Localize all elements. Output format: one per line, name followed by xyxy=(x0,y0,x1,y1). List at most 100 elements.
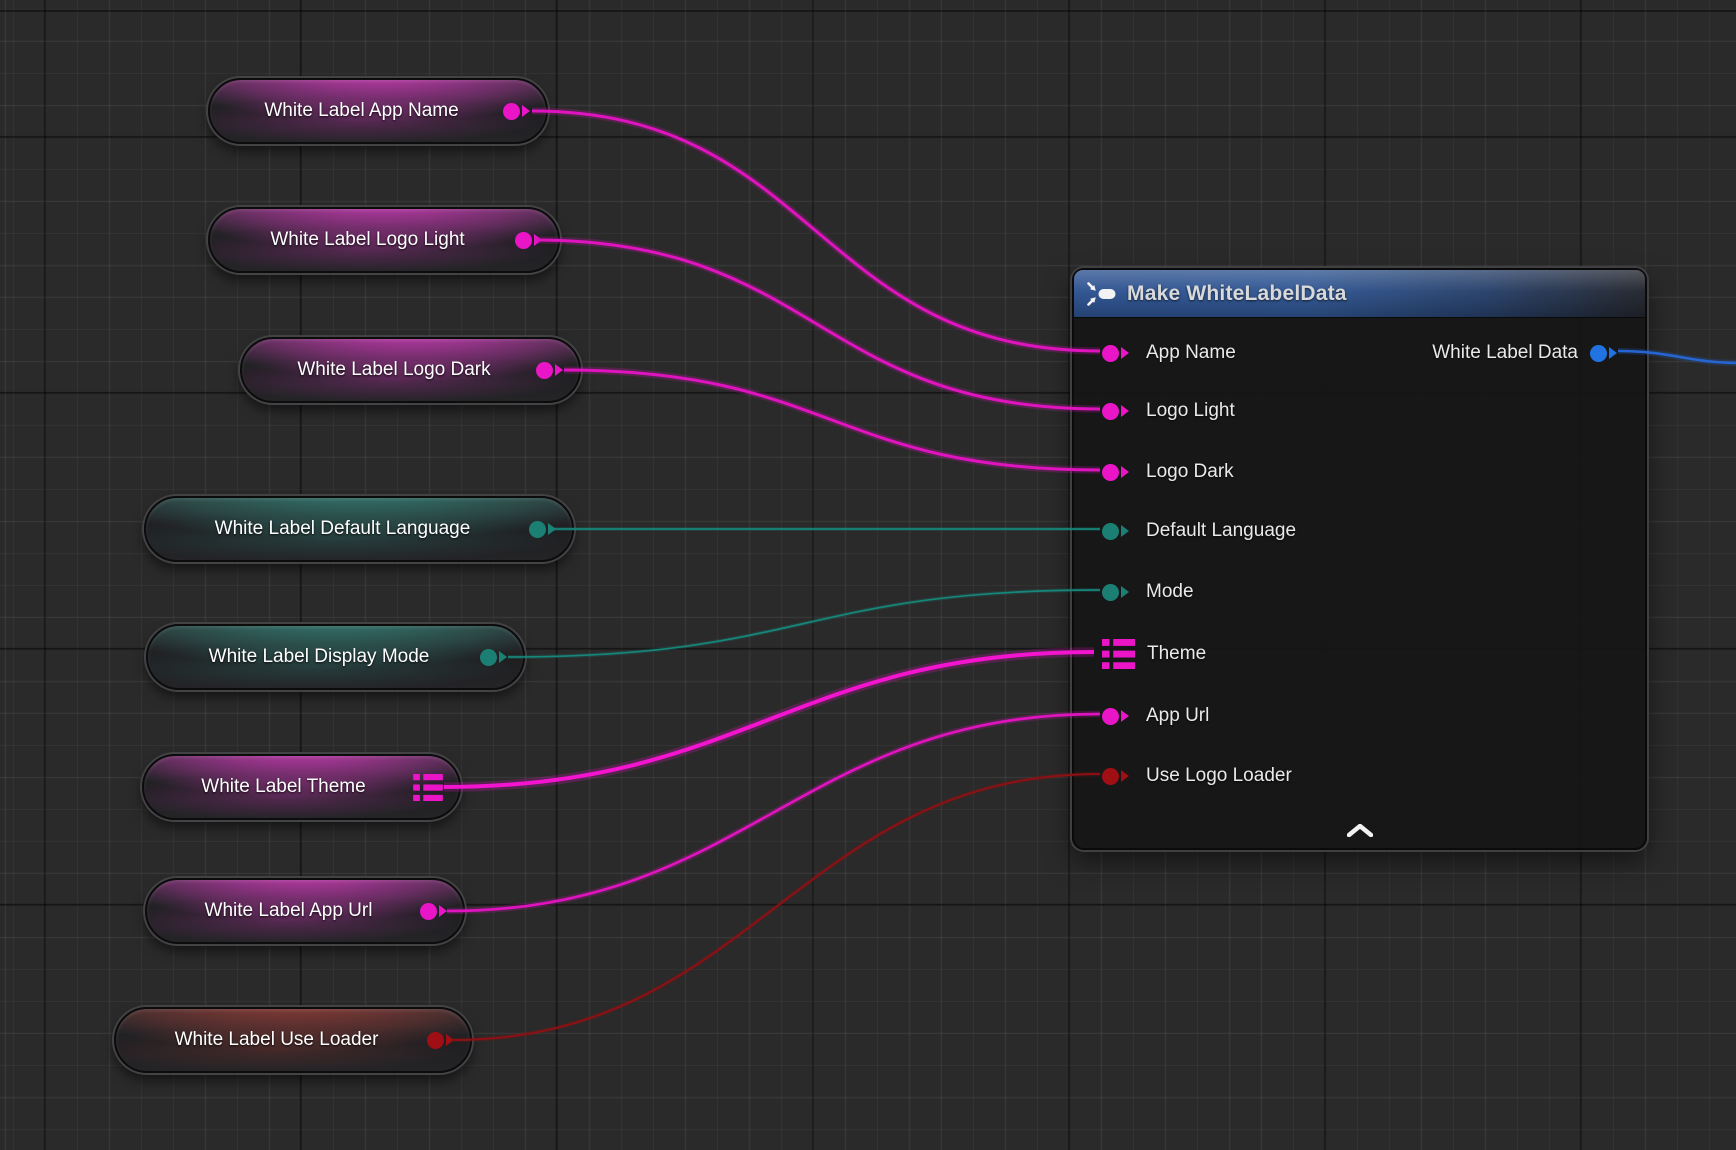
struct-pin[interactable] xyxy=(1102,639,1135,669)
variable-node-app-name[interactable]: White Label App Name xyxy=(208,78,548,144)
input-pin-row-app-url: App Url xyxy=(1074,698,1209,734)
variable-node-label: White Label Use Loader xyxy=(136,1029,417,1051)
data-pin[interactable] xyxy=(1102,403,1129,420)
pin-circle-icon xyxy=(536,362,553,379)
collapse-pins-button[interactable] xyxy=(1340,820,1380,840)
pin-circle-icon xyxy=(529,521,546,538)
wire-glow xyxy=(532,111,1100,351)
data-pin[interactable] xyxy=(480,649,507,666)
glyph-holder xyxy=(1102,523,1134,540)
chevron-up-icon xyxy=(1347,824,1373,837)
pin-circle-icon xyxy=(1102,768,1119,785)
input-pin-row-app-name: App Name xyxy=(1074,335,1236,371)
data-pin[interactable] xyxy=(1102,523,1129,540)
wire-2 xyxy=(535,240,1100,409)
input-pin-label: App Url xyxy=(1146,705,1209,727)
pin-arrow-icon xyxy=(1121,710,1129,722)
glyph-holder xyxy=(1102,639,1135,669)
variable-node-label: White Label Logo Light xyxy=(230,229,505,251)
glyph-holder xyxy=(1102,403,1134,420)
wire-7 xyxy=(447,714,1100,911)
node-header[interactable]: Make WhiteLabelData xyxy=(1074,270,1645,318)
glyph-holder xyxy=(1102,708,1134,725)
input-pin-label: Theme xyxy=(1147,643,1206,665)
input-pin-row-logo-dark: Logo Dark xyxy=(1074,454,1234,490)
variable-node-label: White Label Default Language xyxy=(166,518,519,540)
data-pin[interactable] xyxy=(420,903,447,920)
make-whitelabeldata-node[interactable]: Make WhiteLabelData App Name Logo Light Log… xyxy=(1072,268,1647,850)
input-pin-row-use-logo-loader: Use Logo Loader xyxy=(1074,758,1292,794)
pin-circle-icon xyxy=(1102,345,1119,362)
data-pin[interactable] xyxy=(515,232,542,249)
variable-node-app-url[interactable]: White Label App Url xyxy=(145,878,465,944)
data-pin[interactable] xyxy=(1102,584,1129,601)
input-pin-row-default-language: Default Language xyxy=(1074,513,1296,549)
pin-circle-icon xyxy=(1102,523,1119,540)
pin-arrow-icon xyxy=(548,523,556,535)
pin-arrow-icon xyxy=(1121,586,1129,598)
data-pin[interactable] xyxy=(1102,464,1129,481)
struct-pin[interactable] xyxy=(413,774,443,801)
input-pin-label: Logo Dark xyxy=(1146,461,1234,483)
variable-node-display-mode[interactable]: White Label Display Mode xyxy=(146,624,525,690)
input-pin-label: App Name xyxy=(1146,342,1236,364)
input-pin-row-theme: Theme xyxy=(1074,636,1206,672)
input-pin-label: Mode xyxy=(1146,581,1194,603)
wire-glow xyxy=(564,370,1100,470)
data-pin[interactable] xyxy=(1102,708,1129,725)
input-pin-label: Use Logo Loader xyxy=(1146,765,1292,787)
variable-node-label: White Label App Url xyxy=(167,900,410,922)
input-pin-row-logo-light: Logo Light xyxy=(1074,393,1235,429)
blueprint-canvas[interactable]: White Label App Name White Label Logo Lig… xyxy=(0,0,1736,1150)
pin-circle-icon xyxy=(1590,345,1607,362)
input-pin-label: Logo Light xyxy=(1146,400,1235,422)
glyph-holder xyxy=(1102,768,1134,785)
wire-glow xyxy=(447,714,1100,911)
pin-arrow-icon xyxy=(1609,347,1617,359)
pin-arrow-icon xyxy=(439,905,447,917)
pin-arrow-icon xyxy=(555,364,563,376)
variable-node-use-loader[interactable]: White Label Use Loader xyxy=(114,1007,472,1073)
variable-node-default-language[interactable]: White Label Default Language xyxy=(144,496,574,562)
wire-1 xyxy=(532,111,1100,351)
variable-node-logo-light[interactable]: White Label Logo Light xyxy=(208,207,560,273)
pin-circle-icon xyxy=(420,903,437,920)
pin-arrow-icon xyxy=(522,105,530,117)
variable-node-logo-dark[interactable]: White Label Logo Dark xyxy=(240,337,581,403)
wire-3 xyxy=(564,370,1100,470)
pin-arrow-icon xyxy=(446,1034,454,1046)
glyph-holder xyxy=(1102,345,1134,362)
data-pin[interactable] xyxy=(529,521,556,538)
pin-circle-icon xyxy=(1102,708,1119,725)
data-pin[interactable] xyxy=(1590,345,1617,362)
pin-arrow-icon xyxy=(499,651,507,663)
pin-circle-icon xyxy=(515,232,532,249)
wire-5 xyxy=(508,590,1100,657)
wire-glow xyxy=(508,590,1100,657)
data-pin[interactable] xyxy=(536,362,563,379)
pin-arrow-icon xyxy=(1121,770,1129,782)
pin-arrow-icon xyxy=(1121,525,1129,537)
data-pin[interactable] xyxy=(427,1032,454,1049)
data-pin[interactable] xyxy=(503,103,530,120)
struct-pin-icon xyxy=(1102,639,1135,669)
wire-glow xyxy=(452,774,1100,1040)
pin-arrow-icon xyxy=(534,234,542,246)
pin-arrow-icon xyxy=(1121,405,1129,417)
wire-glow xyxy=(535,240,1100,409)
data-pin[interactable] xyxy=(1102,345,1129,362)
pin-circle-icon xyxy=(1102,403,1119,420)
pin-circle-icon xyxy=(480,649,497,666)
variable-node-label: White Label Display Mode xyxy=(168,646,470,668)
variable-node-label: White Label Theme xyxy=(164,776,403,798)
data-pin[interactable] xyxy=(1102,768,1129,785)
glyph-holder xyxy=(1102,464,1134,481)
pin-arrow-icon xyxy=(1121,466,1129,478)
variable-node-theme[interactable]: White Label Theme xyxy=(142,754,461,820)
output-pin-row-white-label-data: White Label Data xyxy=(1432,335,1617,371)
pin-arrow-icon xyxy=(1121,347,1129,359)
input-pin-label: Default Language xyxy=(1146,520,1296,542)
node-title: Make WhiteLabelData xyxy=(1127,282,1347,306)
glyph-holder xyxy=(1102,584,1134,601)
wire-glow xyxy=(444,652,1094,787)
